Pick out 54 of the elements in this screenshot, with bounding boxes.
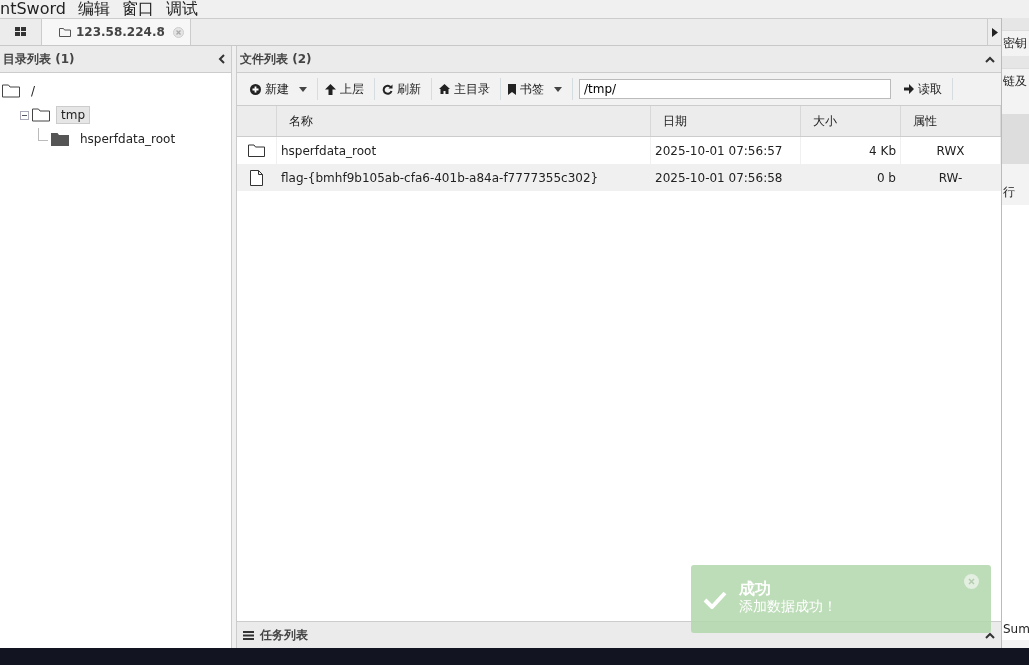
side-label: 链及 bbox=[1002, 73, 1028, 90]
folder-icon bbox=[51, 132, 69, 146]
bookmark-icon bbox=[508, 83, 516, 95]
column-header[interactable]: 大小 bbox=[801, 106, 901, 136]
toast-message: 添加数据成功！ bbox=[739, 598, 837, 615]
collapse-icon[interactable] bbox=[218, 54, 225, 64]
side-label: 行 bbox=[1002, 184, 1016, 201]
table-row[interactable]: flag-{bmhf9b105ab-cfa6-401b-a84a-f7777355c302} 2025-10-01 07:56:58 0 b RW- bbox=[237, 164, 1001, 191]
side-label: Sum bbox=[1002, 618, 1029, 640]
side-label: 密钥 bbox=[1002, 35, 1028, 52]
column-header[interactable]: 属性 bbox=[901, 106, 1001, 136]
panel-title: 任务列表 bbox=[260, 626, 308, 644]
folder-icon bbox=[32, 108, 50, 122]
table-cell: 0 b bbox=[801, 164, 901, 191]
column-header[interactable]: 日期 bbox=[651, 106, 801, 136]
expand-icon[interactable] bbox=[985, 631, 995, 639]
file-icon bbox=[250, 169, 263, 186]
table-cell: flag-{bmhf9b105ab-cfa6-401b-a84a-f7777355c302} bbox=[277, 164, 651, 191]
toolbar-button[interactable]: 书签 bbox=[501, 78, 573, 100]
folder-icon bbox=[59, 27, 71, 37]
check-icon bbox=[703, 591, 727, 609]
caret-icon bbox=[299, 86, 307, 92]
column-header[interactable]: 名称 bbox=[277, 106, 651, 136]
menu-item[interactable]: 编辑 bbox=[77, 0, 110, 18]
toolbar-button[interactable]: 新建 bbox=[243, 78, 318, 100]
panel-title: 目录列表 (1) bbox=[3, 50, 75, 68]
tree-item[interactable]: / bbox=[26, 82, 41, 100]
table-cell: RW- bbox=[901, 164, 1001, 191]
toolbar-button[interactable]: 刷新 bbox=[375, 78, 432, 100]
toast-title: 成功 bbox=[739, 579, 772, 598]
collapse-icon[interactable] bbox=[985, 55, 995, 63]
toolbar-button[interactable]: 上层 bbox=[318, 78, 375, 100]
host-tab[interactable]: 123.58.224.8 bbox=[42, 19, 191, 45]
toolbar-button[interactable]: 主目录 bbox=[432, 78, 501, 100]
up-arrow-icon bbox=[325, 83, 336, 95]
collapse-toggle-icon[interactable] bbox=[20, 110, 29, 120]
path-field[interactable]: /tmp/ bbox=[579, 79, 891, 99]
read-button[interactable]: 读取 bbox=[897, 78, 953, 100]
caret-icon bbox=[554, 86, 562, 92]
refresh-icon bbox=[382, 83, 393, 95]
tree-item[interactable]: tmp bbox=[56, 106, 90, 124]
panel-title: 文件列表 (2) bbox=[240, 50, 312, 68]
table-cell: 2025-10-01 07:56:58 bbox=[651, 164, 801, 191]
menu-item[interactable]: 窗口 bbox=[121, 0, 154, 18]
menu-item[interactable]: ntSword bbox=[0, 0, 66, 18]
side-panel-bar bbox=[1002, 114, 1029, 164]
tree-item[interactable]: hsperfdata_root bbox=[75, 130, 181, 148]
menu-item[interactable]: 调试 bbox=[165, 0, 198, 18]
scroll-right-icon[interactable] bbox=[987, 19, 1001, 45]
right-arrow-icon bbox=[904, 84, 914, 94]
home-icon bbox=[439, 84, 450, 94]
list-icon bbox=[243, 630, 254, 640]
plus-icon bbox=[250, 83, 261, 95]
folder-icon bbox=[248, 144, 265, 157]
